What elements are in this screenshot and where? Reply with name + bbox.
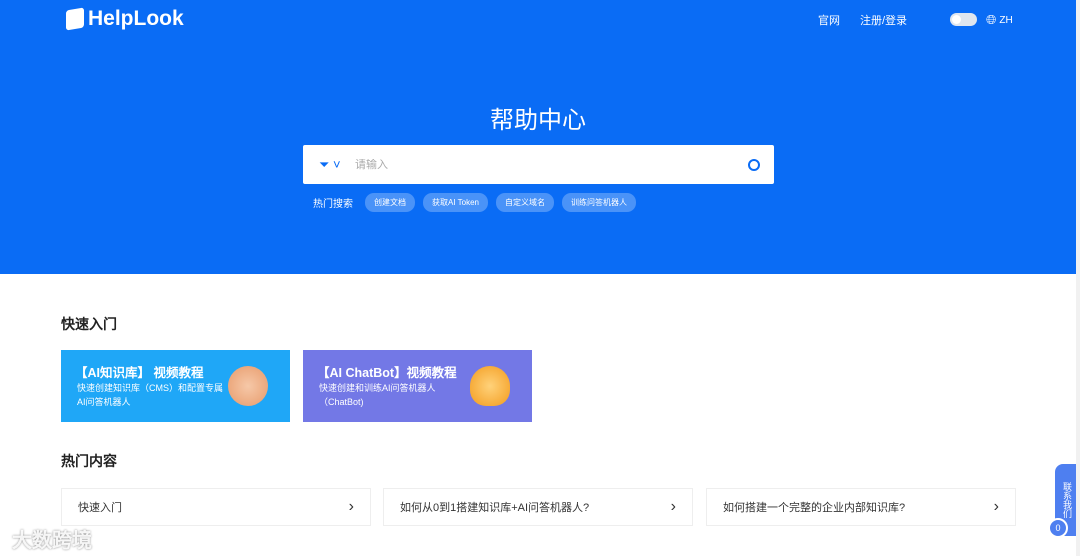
list-item[interactable]: 如何搭建一个完整的企业内部知识库? › (706, 488, 1016, 526)
filter-dropdown-icon[interactable]: ⏷ ˅ (319, 157, 355, 173)
search-input[interactable] (355, 158, 748, 171)
search-bar: ⏷ ˅ (303, 145, 774, 184)
flame-icon (470, 366, 510, 406)
nav-register-login[interactable]: 注册/登录 (860, 12, 907, 28)
theme-toggle[interactable] (950, 13, 977, 26)
card-desc: 快速创建知识库（CMS）和配置专属AI问答机器人 (77, 383, 224, 407)
card-title: 【AI知识库】 视频教程 (75, 366, 204, 380)
hot-content-heading: 热门内容 (61, 453, 117, 469)
card-title: 【AI ChatBot】视频教程 (317, 366, 457, 380)
card-desc: 快速创建和训练AI问答机器人（ChatBot) (319, 383, 436, 407)
globe-icon: 🌐︎ (986, 12, 997, 27)
nav-official-site[interactable]: 官网 (818, 12, 840, 28)
hot-tag[interactable]: 自定义域名 (495, 193, 554, 212)
watermark: 大数跨境 (12, 530, 92, 552)
scrollbar[interactable] (1076, 0, 1080, 556)
quick-start-heading: 快速入门 (61, 316, 117, 332)
logo-text: HelpLook (88, 7, 184, 30)
item-label: 如何从0到1搭建知识库+AI问答机器人? (400, 502, 590, 514)
hot-tag[interactable]: 获取AI Token (423, 193, 488, 212)
logo[interactable]: HelpLook (66, 7, 184, 31)
list-item[interactable]: 快速入门 › (61, 488, 371, 526)
logo-icon (66, 7, 84, 31)
search-icon[interactable] (748, 158, 760, 171)
chevron-right-icon: › (993, 498, 999, 515)
item-label: 快速入门 (78, 502, 122, 514)
page-title: 帮助中心 (490, 107, 586, 134)
hero-banner: HelpLook 官网 注册/登录 🌐︎ZH 帮助中心 ⏷ ˅ 热门搜索 创建文… (0, 0, 1076, 274)
contact-badge[interactable]: 0 (1048, 518, 1068, 538)
lang-label: ZH (999, 14, 1013, 26)
hot-search-label: 热门搜索 (313, 199, 353, 210)
thumbs-up-icon (228, 366, 268, 406)
card-ai-knowledge-base[interactable]: 【AI知识库】 视频教程 快速创建知识库（CMS）和配置专属AI问答机器人 (61, 350, 290, 422)
hot-tag[interactable]: 创建文档 (365, 193, 415, 212)
list-item[interactable]: 如何从0到1搭建知识库+AI问答机器人? › (383, 488, 693, 526)
hot-tag[interactable]: 训练问答机器人 (561, 193, 636, 212)
language-switch[interactable]: 🌐︎ ZH (986, 12, 1013, 28)
hot-searches: 热门搜索 创建文档 获取AI Token 自定义域名 训练问答机器人 (313, 193, 636, 212)
chevron-right-icon: › (670, 498, 676, 515)
item-label: 如何搭建一个完整的企业内部知识库? (723, 502, 906, 514)
card-ai-chatbot[interactable]: 【AI ChatBot】视频教程 快速创建和训练AI问答机器人（ChatBot) (303, 350, 532, 422)
chevron-right-icon: › (348, 498, 354, 515)
